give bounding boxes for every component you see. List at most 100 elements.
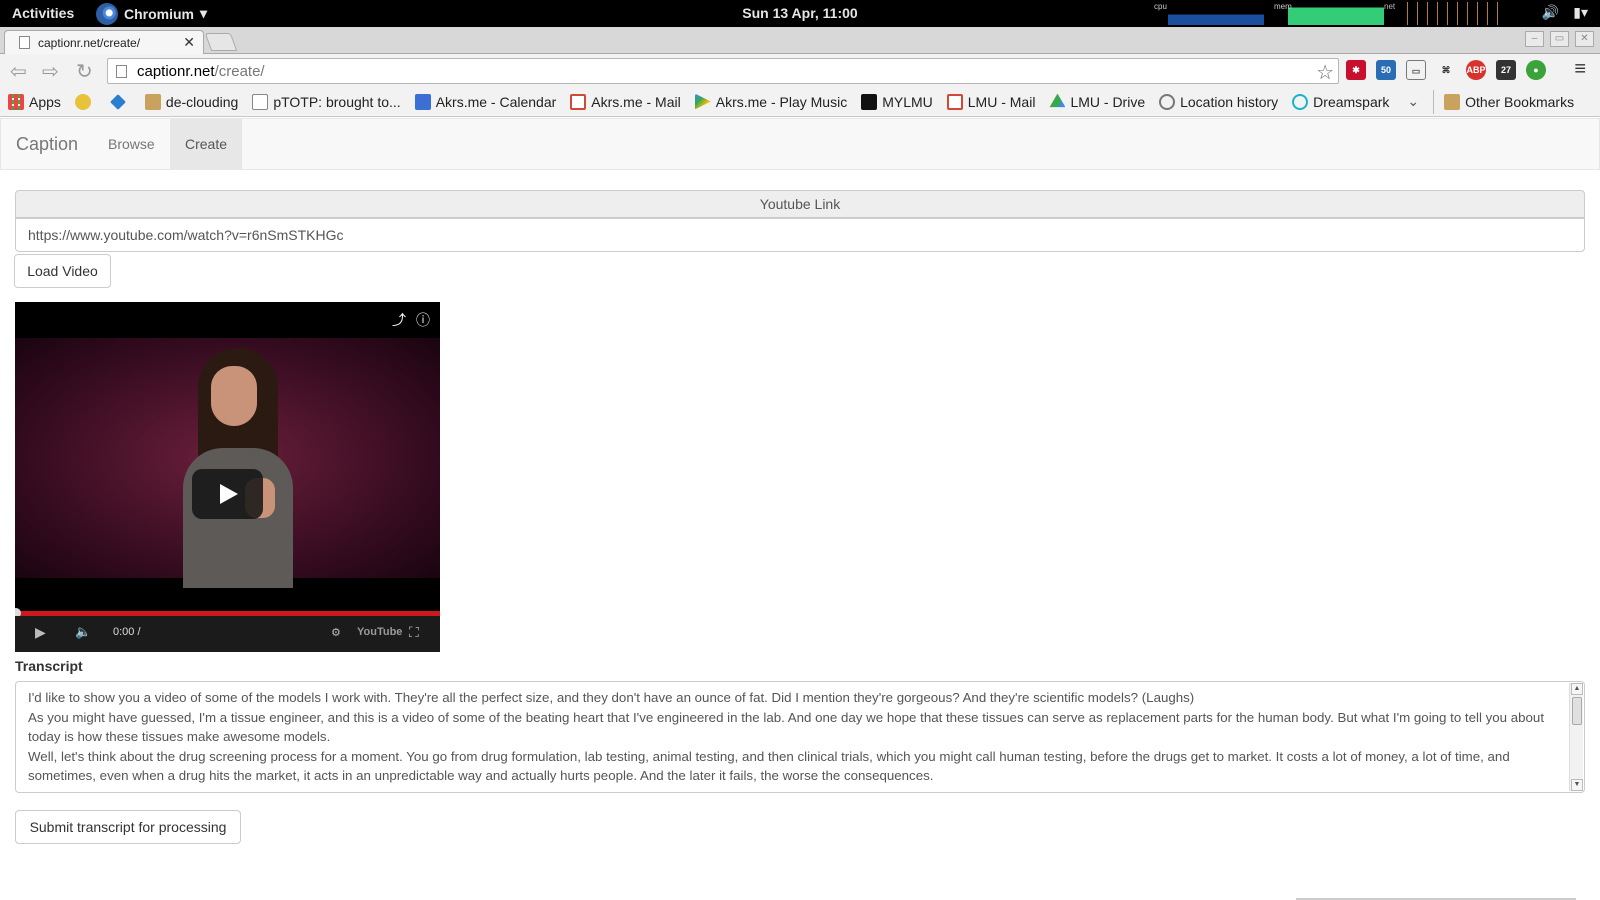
bookmark-label: LMU - Drive bbox=[1070, 93, 1146, 110]
extension-icons: ✱ 50 ▭ ⌘ ABP 27 ● bbox=[1346, 60, 1546, 80]
volume-icon[interactable]: 🔈 bbox=[75, 624, 91, 640]
speaker-image bbox=[183, 348, 293, 588]
video-player[interactable]: ⤴ ⓘ ▶ 🔈 0:00 / ⚙ YouTube ⛶ bbox=[15, 302, 440, 652]
bookmark-star-icon[interactable]: ☆ bbox=[1316, 60, 1334, 85]
adblock-icon[interactable]: ABP bbox=[1466, 60, 1486, 80]
page-icon bbox=[19, 36, 30, 49]
menu-icon[interactable]: ≡ bbox=[1574, 58, 1586, 81]
bookmark-label: Akrs.me - Calendar bbox=[435, 93, 557, 110]
browser-toolbar: ⇦ ⇨ ↻ captionr.net/create/ ☆ ✱ 50 ▭ ⌘ AB… bbox=[0, 54, 1600, 87]
site-brand[interactable]: Caption bbox=[16, 134, 78, 155]
nav-browse[interactable]: Browse bbox=[93, 119, 170, 169]
settings-icon[interactable]: ⚙ bbox=[331, 626, 341, 639]
site-navbar: Caption Browse Create bbox=[0, 118, 1600, 170]
scroll-thumb[interactable] bbox=[1572, 697, 1582, 725]
browser-tab[interactable]: captionr.net/create/ ✕ bbox=[4, 30, 204, 54]
play-overlay-button[interactable] bbox=[192, 469, 263, 519]
play-icon[interactable]: ▶ bbox=[35, 624, 46, 641]
maximize-icon[interactable]: ▭ bbox=[1550, 31, 1569, 47]
chromium-icon bbox=[96, 2, 118, 25]
play-icon bbox=[694, 93, 711, 110]
folder-icon bbox=[1444, 93, 1461, 110]
window-controls: – ▭ ✕ bbox=[1525, 31, 1594, 47]
bookmark-apps[interactable]: Apps bbox=[8, 93, 61, 110]
calendar-icon bbox=[414, 93, 431, 110]
bookmark-ptotp[interactable]: pTOTP: brought to... bbox=[252, 93, 401, 110]
video-top-icons: ⤴ ⓘ bbox=[392, 310, 430, 330]
apps-icon bbox=[8, 93, 24, 110]
bookmark-label: Akrs.me - Mail bbox=[591, 93, 681, 110]
evernote-icon[interactable]: ● bbox=[1526, 60, 1546, 80]
chevron-down-icon: ▾ bbox=[200, 5, 208, 21]
clock[interactable]: Sun 13 Apr, 11:00 bbox=[742, 5, 857, 21]
drive-icon bbox=[1049, 93, 1066, 108]
bookmark-label: MYLMU bbox=[882, 93, 933, 110]
bookmark-gem[interactable] bbox=[110, 93, 131, 110]
app-menu[interactable]: Chromium ▾ bbox=[96, 0, 207, 27]
fullscreen-icon[interactable]: ⛶ bbox=[409, 624, 419, 641]
mylmu-icon bbox=[861, 93, 878, 110]
volume-icon[interactable]: 🔊 bbox=[1542, 4, 1559, 21]
youtube-logo[interactable]: YouTube bbox=[357, 626, 402, 638]
video-time: 0:00 / bbox=[113, 626, 141, 638]
bookmark-mylmu[interactable]: MYLMU bbox=[861, 93, 933, 110]
close-tab-icon[interactable]: ✕ bbox=[183, 34, 195, 51]
submit-transcript-button[interactable]: Submit transcript for processing bbox=[15, 810, 241, 844]
transcript-label: Transcript bbox=[15, 658, 83, 674]
bookmark-label: Other Bookmarks bbox=[1465, 93, 1575, 110]
scroll-down-icon[interactable]: ▼ bbox=[1571, 779, 1583, 791]
extension-badge-icon[interactable]: 50 bbox=[1376, 60, 1396, 80]
folder-icon bbox=[144, 93, 161, 110]
bookmark-label: de-clouding bbox=[165, 93, 239, 110]
memory-monitor: mem bbox=[1274, 2, 1384, 25]
minimize-icon[interactable]: – bbox=[1525, 31, 1544, 47]
bookmark-dreamspark[interactable]: Dreamspark bbox=[1292, 93, 1390, 110]
bookmark-lmu-mail[interactable]: LMU - Mail bbox=[946, 93, 1035, 110]
net-label: net bbox=[1384, 2, 1396, 11]
bookmark-mail[interactable]: Akrs.me - Mail bbox=[570, 93, 681, 110]
system-tray: 🔊 ▮▾ bbox=[1542, 4, 1588, 21]
transcript-line: I'd like to show you a video of some of … bbox=[28, 690, 1195, 705]
info-icon[interactable]: ⓘ bbox=[416, 310, 430, 330]
chevron-down-icon[interactable]: ⌄ bbox=[1407, 93, 1419, 110]
new-tab-button[interactable] bbox=[204, 33, 238, 51]
cpu-label: cpu bbox=[1154, 2, 1167, 11]
address-bar[interactable]: captionr.net/create/ ☆ bbox=[107, 58, 1339, 84]
tab-title: captionr.net/create/ bbox=[38, 35, 141, 50]
lastpass-icon[interactable]: ✱ bbox=[1346, 60, 1366, 80]
cast-icon[interactable]: ▭ bbox=[1406, 60, 1426, 80]
smiley-icon bbox=[74, 93, 91, 110]
transcript-line: Well, let's think about the drug screeni… bbox=[28, 748, 1510, 784]
bookmark-smiley[interactable] bbox=[74, 93, 96, 110]
bookmark-calendar[interactable]: Akrs.me - Calendar bbox=[414, 93, 557, 110]
kb-icon[interactable]: ⌘ bbox=[1436, 60, 1456, 80]
forward-icon[interactable]: ⇨ bbox=[42, 59, 59, 84]
bookmarks-divider bbox=[1433, 89, 1435, 114]
youtube-url-input[interactable] bbox=[15, 218, 1585, 252]
gmail-icon bbox=[946, 93, 963, 110]
bookmarks-bar: Apps de-clouding pTOTP: brought to... Ak… bbox=[0, 87, 1600, 117]
bookmark-label: Apps bbox=[29, 93, 61, 110]
reload-icon[interactable]: ↻ bbox=[76, 59, 93, 84]
extension-d-icon[interactable]: 27 bbox=[1496, 60, 1516, 80]
bookmark-play-music[interactable]: Akrs.me - Play Music bbox=[694, 93, 847, 110]
bookmark-de-clouding[interactable]: de-clouding bbox=[144, 93, 239, 110]
transcript-textarea[interactable]: I'd like to show you a video of some of … bbox=[15, 681, 1585, 793]
transcript-scrollbar[interactable]: ▲ ▼ bbox=[1569, 683, 1583, 791]
bookmark-other[interactable]: Other Bookmarks bbox=[1444, 93, 1575, 110]
bookmark-label: Dreamspark bbox=[1313, 93, 1390, 110]
activities-button[interactable]: Activities bbox=[12, 5, 74, 21]
scroll-up-icon[interactable]: ▲ bbox=[1571, 683, 1583, 695]
gmail-icon bbox=[570, 93, 587, 110]
load-video-button[interactable]: Load Video bbox=[14, 254, 111, 288]
bookmark-location-history[interactable]: Location history bbox=[1159, 93, 1278, 110]
nav-create[interactable]: Create bbox=[170, 119, 243, 169]
close-window-icon[interactable]: ✕ bbox=[1575, 31, 1594, 47]
battery-icon[interactable]: ▮▾ bbox=[1573, 4, 1588, 21]
bookmark-lmu-drive[interactable]: LMU - Drive bbox=[1049, 93, 1146, 110]
url-path: /create/ bbox=[214, 62, 265, 80]
back-icon[interactable]: ⇦ bbox=[10, 59, 27, 84]
bookmark-label: pTOTP: brought to... bbox=[273, 93, 401, 110]
share-icon[interactable]: ⤴ bbox=[392, 310, 406, 330]
video-controls: ▶ 🔈 0:00 / ⚙ YouTube ⛶ bbox=[15, 616, 440, 652]
